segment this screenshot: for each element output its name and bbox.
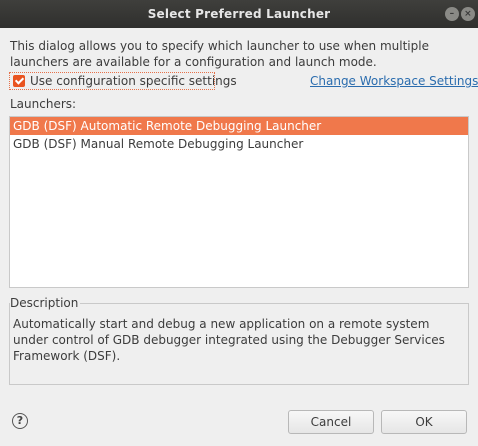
- dialog-title: Select Preferred Launcher: [147, 7, 331, 21]
- config-specific-label[interactable]: Use configuration specific settings: [30, 74, 237, 88]
- ok-button[interactable]: OK: [381, 410, 467, 434]
- description-title: Description: [10, 296, 81, 310]
- description-text: Automatically start and debug a new appl…: [13, 317, 445, 363]
- launchers-label: Launchers:: [10, 97, 77, 111]
- cancel-button[interactable]: Cancel: [288, 410, 374, 434]
- select-preferred-launcher-dialog: Select Preferred Launcher – × This dialo…: [0, 0, 478, 446]
- checkbox-checked-icon[interactable]: [13, 75, 25, 87]
- launcher-item-manual-remote[interactable]: GDB (DSF) Manual Remote Debugging Launch…: [10, 135, 468, 153]
- close-icon[interactable]: ×: [461, 7, 475, 21]
- minimize-icon[interactable]: –: [445, 7, 459, 21]
- launchers-list[interactable]: GDB (DSF) Automatic Remote Debugging Lau…: [9, 116, 469, 288]
- change-workspace-settings-link[interactable]: Change Workspace Settings...: [310, 74, 478, 88]
- intro-text: This dialog allows you to specify which …: [10, 39, 429, 69]
- launcher-item-automatic-remote[interactable]: GDB (DSF) Automatic Remote Debugging Lau…: [10, 117, 468, 135]
- config-specific-checkbox[interactable]: Use configuration specific settings: [9, 72, 237, 90]
- help-icon[interactable]: ?: [12, 413, 28, 429]
- title-bar: Select Preferred Launcher – ×: [0, 0, 478, 28]
